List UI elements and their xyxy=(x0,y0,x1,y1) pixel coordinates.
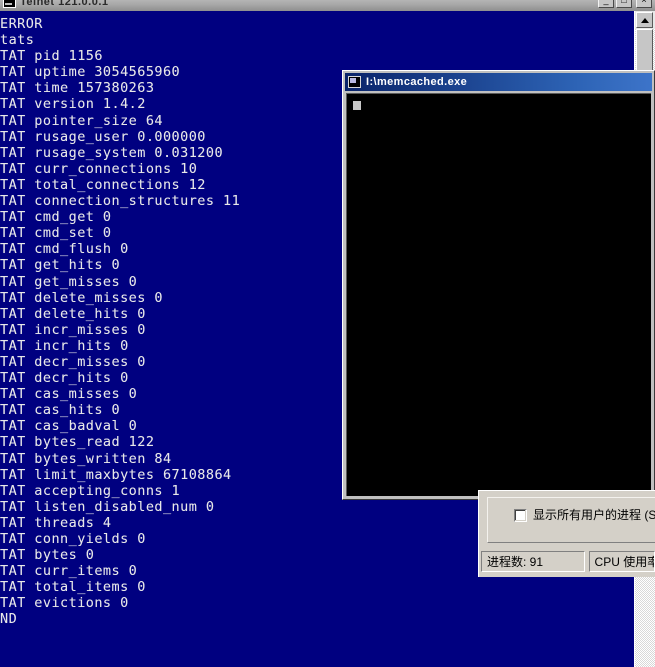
cpu-usage-status: CPU 使用率 xyxy=(588,551,655,572)
memcached-console-window[interactable]: I:\memcached.exe xyxy=(342,70,655,500)
terminal-line: TAT evictions 0 xyxy=(0,595,129,612)
telnet-console-icon xyxy=(3,0,16,8)
minimize-button[interactable]: _ xyxy=(598,0,614,8)
console-window-icon xyxy=(348,76,361,88)
memcached-console-area[interactable] xyxy=(346,93,651,496)
terminal-line: ERROR xyxy=(0,16,43,32)
memcached-window-title: I:\memcached.exe xyxy=(366,76,468,88)
close-button[interactable]: × xyxy=(636,0,652,8)
task-manager-window[interactable]: 显示所有用户的进程 (S) 进程数: 91 CPU 使用率 xyxy=(478,490,655,577)
terminal-line: ND xyxy=(0,611,18,628)
terminal-line: TAT total_items 0 xyxy=(0,579,146,596)
telnet-titlebar[interactable]: Telnet 121.0.0.1 _ □ × xyxy=(0,0,655,11)
task-manager-status-bar: 进程数: 91 CPU 使用率 xyxy=(481,551,655,572)
scroll-up-arrow-icon[interactable] xyxy=(636,12,653,28)
maximize-icon: □ xyxy=(621,0,627,5)
console-block-cursor xyxy=(353,101,361,110)
show-all-users-processes-row[interactable]: 显示所有用户的进程 (S) xyxy=(514,509,655,522)
show-all-users-label: 显示所有用户的进程 (S) xyxy=(533,508,655,522)
terminal-line: tats xyxy=(0,32,35,49)
show-all-users-checkbox[interactable] xyxy=(514,509,527,522)
telnet-window-title: Telnet 121.0.0.1 xyxy=(20,0,109,8)
minimize-icon: _ xyxy=(603,0,609,5)
process-count-status: 进程数: 91 xyxy=(481,551,585,572)
close-icon: × xyxy=(641,0,647,5)
task-manager-options-panel: 显示所有用户的进程 (S) xyxy=(487,497,655,543)
terminal-line: TAT pid 1156 xyxy=(0,48,103,65)
memcached-titlebar[interactable]: I:\memcached.exe xyxy=(345,73,652,91)
maximize-button[interactable]: □ xyxy=(616,0,632,8)
